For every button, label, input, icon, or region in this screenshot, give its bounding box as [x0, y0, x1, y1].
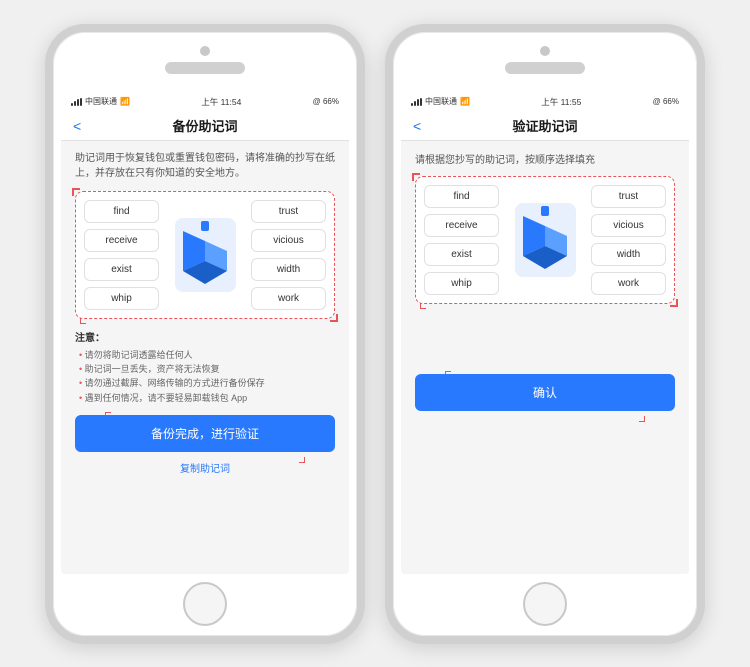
description-text-1: 助记词用于恢复钱包或重置钱包密码，请将准确的抄写在纸上，并存放在只有你知道的安全… [75, 151, 335, 181]
word-receive-2[interactable]: receive [424, 214, 499, 237]
word-whip-2[interactable]: whip [424, 272, 499, 295]
status-bar-1: 中国联通 📶 上午 11:54 @ 66% [61, 92, 349, 112]
phone-2-speaker [505, 62, 585, 74]
signal-icon [71, 98, 82, 106]
page-title-2: 验证助记词 [512, 116, 577, 135]
signal-bar-2-3 [417, 99, 419, 106]
wifi-icon-1: 📶 [120, 97, 130, 106]
word-grid-1: find trust receive [84, 200, 326, 310]
carrier-text-1: 中国联通 [85, 96, 117, 107]
signal-bar-2 [74, 101, 76, 106]
phone-2: 中国联通 📶 上午 11:55 @ 66% < 验证助记词 请根据您抄写的助记词… [385, 24, 705, 644]
word-grid-2: find trust receive [424, 185, 666, 295]
btn-marker-br-2 [639, 416, 645, 422]
grid-corner-br-1 [330, 314, 338, 322]
word-exist-2[interactable]: exist [424, 243, 499, 266]
btn-marker-br-1 [299, 457, 305, 463]
grid-bottom-marker-2 [420, 303, 426, 309]
word-trust-2[interactable]: trust [591, 185, 666, 208]
page-title-1: 备份助记词 [172, 116, 237, 135]
note-4: 遇到任何情况，请不要轻易卸载钱包 App [75, 391, 335, 405]
word-width-2[interactable]: width [591, 243, 666, 266]
primary-btn-wrapper-1: 备份完成，进行验证 [75, 415, 335, 460]
word-find-2[interactable]: find [424, 185, 499, 208]
word-find-1[interactable]: find [84, 200, 159, 223]
phone-1-screen: 中国联通 📶 上午 11:54 @ 66% < 备份助记词 助记词用于恢复钱包或… [61, 92, 349, 574]
logo-area-1 [165, 216, 245, 294]
signal-bar-1 [71, 103, 73, 106]
nav-bar-2: < 验证助记词 [401, 112, 689, 141]
wifi-icon-2: 📶 [460, 97, 470, 106]
phone-1-speaker [165, 62, 245, 74]
backup-complete-button[interactable]: 备份完成，进行验证 [75, 415, 335, 452]
word-whip-1[interactable]: whip [84, 287, 159, 310]
primary-btn-wrapper-2: 确认 [415, 374, 675, 419]
word-width-1[interactable]: width [251, 258, 326, 281]
time-1: 上午 11:54 [201, 96, 241, 108]
time-2: 上午 11:55 [541, 96, 581, 108]
phone-2-screen: 中国联通 📶 上午 11:55 @ 66% < 验证助记词 请根据您抄写的助记词… [401, 92, 689, 574]
signal-bar-3 [77, 99, 79, 106]
note-1: 请勿将助记词透露给任何人 [75, 348, 335, 362]
status-bar-2: 中国联通 📶 上午 11:55 @ 66% [401, 92, 689, 112]
phone-1: 中国联通 📶 上午 11:54 @ 66% < 备份助记词 助记词用于恢复钱包或… [45, 24, 365, 644]
word-work-1[interactable]: work [251, 287, 326, 310]
word-vicious-1[interactable]: vicious [251, 229, 326, 252]
app-logo-1 [173, 216, 238, 294]
grid-corner-tl-1 [72, 188, 80, 196]
word-grid-container-1: find trust receive [75, 191, 335, 319]
verify-instruction: 请根据您抄写的助记词，按顺序选择填充 [415, 151, 675, 166]
screen-content-1: 助记词用于恢复钱包或重置钱包密码，请将准确的抄写在纸上，并存放在只有你知道的安全… [61, 141, 349, 574]
home-button-2[interactable] [523, 582, 567, 626]
word-exist-1[interactable]: exist [84, 258, 159, 281]
signal-icon-2 [411, 98, 422, 106]
note-2: 助记词一旦丢失，资产将无法恢复 [75, 362, 335, 376]
word-grid-container-2: find trust receive [415, 176, 675, 304]
word-receive-1[interactable]: receive [84, 229, 159, 252]
note-3: 请勿通过截屏、网络传输的方式进行备份保存 [75, 376, 335, 390]
home-button-1[interactable] [183, 582, 227, 626]
spacer-2 [415, 314, 675, 374]
phone-2-shell: 中国联通 📶 上午 11:55 @ 66% < 验证助记词 请根据您抄写的助记词… [385, 24, 705, 644]
logo-area-2 [505, 201, 585, 279]
phone-1-shell: 中国联通 📶 上午 11:54 @ 66% < 备份助记词 助记词用于恢复钱包或… [45, 24, 365, 644]
notes-section-1: 注意： 请勿将助记词透露给任何人 助记词一旦丢失，资产将无法恢复 请勿通过截屏、… [75, 329, 335, 406]
signal-bar-2-2 [414, 101, 416, 106]
app-logo-2 [513, 201, 578, 279]
battery-1: @ 66% [313, 97, 339, 106]
grid-bottom-marker-1 [80, 318, 86, 324]
word-vicious-2[interactable]: vicious [591, 214, 666, 237]
copy-mnemonic-link[interactable]: 复制助记词 [75, 460, 335, 475]
grid-corner-tl-2 [412, 173, 420, 181]
word-trust-1[interactable]: trust [251, 200, 326, 223]
nav-bar-1: < 备份助记词 [61, 112, 349, 141]
confirm-button[interactable]: 确认 [415, 374, 675, 411]
grid-corner-br-2 [670, 299, 678, 307]
back-button-2[interactable]: < [413, 118, 421, 134]
notes-title-1: 注意： [75, 329, 335, 344]
signal-bar-2-4 [420, 98, 422, 106]
signal-bar-4 [80, 98, 82, 106]
back-button-1[interactable]: < [73, 118, 81, 134]
battery-2: @ 66% [653, 97, 679, 106]
screen-content-2: 请根据您抄写的助记词，按顺序选择填充 find [401, 141, 689, 574]
signal-bar-2-1 [411, 103, 413, 106]
status-left-2: 中国联通 📶 [411, 96, 470, 107]
carrier-text-2: 中国联通 [425, 96, 457, 107]
status-left-1: 中国联通 📶 [71, 96, 130, 107]
word-work-2[interactable]: work [591, 272, 666, 295]
